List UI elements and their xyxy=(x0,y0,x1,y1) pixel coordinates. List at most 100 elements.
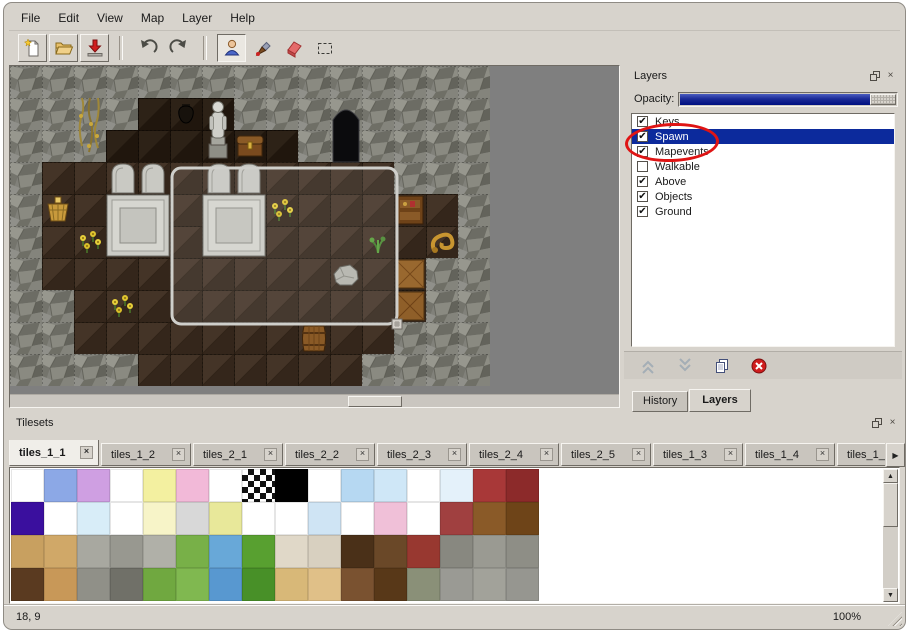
layer-visibility-checkbox[interactable] xyxy=(637,161,648,172)
palette-tile[interactable] xyxy=(242,535,275,568)
palette-tile[interactable] xyxy=(473,502,506,535)
palette-tile[interactable] xyxy=(374,568,407,601)
place-character-tool-button[interactable] xyxy=(217,34,246,62)
palette-tile[interactable] xyxy=(275,535,308,568)
layer-row-spawn[interactable]: ✔Spawn xyxy=(632,129,894,144)
palette-tile[interactable] xyxy=(44,535,77,568)
tab-scroll-right-button[interactable]: ▶ xyxy=(886,443,905,467)
palette-tile[interactable] xyxy=(275,469,308,502)
palette-tile[interactable] xyxy=(440,568,473,601)
palette-tile[interactable] xyxy=(341,568,374,601)
new-button[interactable] xyxy=(18,34,47,62)
tab-close-icon[interactable]: × xyxy=(816,448,829,461)
palette-tile[interactable] xyxy=(44,568,77,601)
palette-tile[interactable] xyxy=(275,502,308,535)
palette-tile[interactable] xyxy=(11,469,44,502)
tileset-tab-tiles_1_[interactable]: tiles_1_× xyxy=(837,443,885,466)
tileset-tab-tiles_1_3[interactable]: tiles_1_3× xyxy=(653,443,743,466)
palette-vertical-scrollbar[interactable]: ▲ ▼ xyxy=(883,469,898,602)
opacity-slider-handle[interactable] xyxy=(870,94,896,105)
menu-item-map[interactable]: Map xyxy=(132,9,173,27)
panel-tab-layers[interactable]: Layers xyxy=(689,389,750,412)
tileset-tab-tiles_2_2[interactable]: tiles_2_2× xyxy=(285,443,375,466)
palette-tile[interactable] xyxy=(341,469,374,502)
palette-tile[interactable] xyxy=(176,535,209,568)
menu-item-layer[interactable]: Layer xyxy=(173,9,221,27)
layer-row-keys[interactable]: ✔Keys xyxy=(632,114,894,129)
select-tool-button[interactable] xyxy=(310,34,339,62)
layer-move-up-button[interactable] xyxy=(634,354,662,378)
palette-tile[interactable] xyxy=(242,568,275,601)
palette-tile[interactable] xyxy=(143,469,176,502)
menu-item-file[interactable]: File xyxy=(12,9,49,27)
palette-tile[interactable] xyxy=(110,568,143,601)
tab-close-icon[interactable]: × xyxy=(80,446,93,459)
palette-tile[interactable] xyxy=(308,502,341,535)
save-button[interactable] xyxy=(80,34,109,62)
tab-close-icon[interactable]: × xyxy=(724,448,737,461)
tileset-tab-tiles_1_1[interactable]: tiles_1_1× xyxy=(9,440,99,466)
palette-tile[interactable] xyxy=(242,469,275,502)
tileset-tab-tiles_2_1[interactable]: tiles_2_1× xyxy=(193,443,283,466)
layer-row-ground[interactable]: ✔Ground xyxy=(632,204,894,219)
menu-item-edit[interactable]: Edit xyxy=(49,9,88,27)
palette-tile[interactable] xyxy=(275,568,308,601)
palette-tile[interactable] xyxy=(374,535,407,568)
tileset-tab-tiles_1_4[interactable]: tiles_1_4× xyxy=(745,443,835,466)
layer-move-down-button[interactable] xyxy=(671,354,699,378)
palette-tile[interactable] xyxy=(308,469,341,502)
palette-tile[interactable] xyxy=(176,568,209,601)
palette-tile[interactable] xyxy=(308,535,341,568)
layer-row-objects[interactable]: ✔Objects xyxy=(632,189,894,204)
palette-tile[interactable] xyxy=(209,568,242,601)
panel-tab-history[interactable]: History xyxy=(632,391,688,412)
palette-tile[interactable] xyxy=(143,568,176,601)
palette-tile[interactable] xyxy=(407,535,440,568)
palette-tile[interactable] xyxy=(44,469,77,502)
scroll-up-icon[interactable]: ▲ xyxy=(883,469,898,483)
palette-tile[interactable] xyxy=(143,535,176,568)
palette-tile[interactable] xyxy=(341,502,374,535)
float-panel-icon[interactable] xyxy=(868,69,881,82)
palette-tile[interactable] xyxy=(209,535,242,568)
tab-close-icon[interactable]: × xyxy=(632,448,645,461)
palette-tile[interactable] xyxy=(176,469,209,502)
brush-tool-button[interactable] xyxy=(248,34,277,62)
map-view[interactable] xyxy=(9,65,620,408)
palette-tile[interactable] xyxy=(473,469,506,502)
palette-tile[interactable] xyxy=(110,469,143,502)
tileset-tab-tiles_2_4[interactable]: tiles_2_4× xyxy=(469,443,559,466)
map-canvas[interactable] xyxy=(10,66,490,386)
palette-tile[interactable] xyxy=(374,502,407,535)
layer-visibility-checkbox[interactable]: ✔ xyxy=(637,206,648,217)
palette-tile[interactable] xyxy=(209,469,242,502)
tab-close-icon[interactable]: × xyxy=(448,448,461,461)
scrollbar-thumb[interactable] xyxy=(883,483,898,527)
palette-tile[interactable] xyxy=(308,568,341,601)
eraser-tool-button[interactable] xyxy=(279,34,308,62)
layer-delete-button[interactable] xyxy=(745,354,773,378)
layer-row-above[interactable]: ✔Above xyxy=(632,174,894,189)
close-panel-icon[interactable]: × xyxy=(886,416,899,429)
tab-close-icon[interactable]: × xyxy=(356,448,369,461)
tab-close-icon[interactable]: × xyxy=(540,448,553,461)
float-panel-icon[interactable] xyxy=(870,416,883,429)
resize-grip[interactable] xyxy=(888,612,902,626)
map-horizontal-scrollbar[interactable] xyxy=(10,394,619,407)
palette-tile[interactable] xyxy=(506,568,539,601)
palette-tile[interactable] xyxy=(440,535,473,568)
palette-tile[interactable] xyxy=(341,535,374,568)
palette-tile[interactable] xyxy=(77,469,110,502)
palette-tile[interactable] xyxy=(473,535,506,568)
tab-close-icon[interactable]: × xyxy=(172,448,185,461)
palette-tile[interactable] xyxy=(473,568,506,601)
palette-tile[interactable] xyxy=(143,502,176,535)
palette-tile[interactable] xyxy=(176,502,209,535)
layer-visibility-checkbox[interactable]: ✔ xyxy=(637,191,648,202)
menu-item-help[interactable]: Help xyxy=(221,9,264,27)
redo-button[interactable] xyxy=(164,34,193,62)
layer-visibility-checkbox[interactable]: ✔ xyxy=(637,131,648,142)
palette-tile[interactable] xyxy=(440,469,473,502)
palette-tile[interactable] xyxy=(209,502,242,535)
palette-tile[interactable] xyxy=(77,568,110,601)
